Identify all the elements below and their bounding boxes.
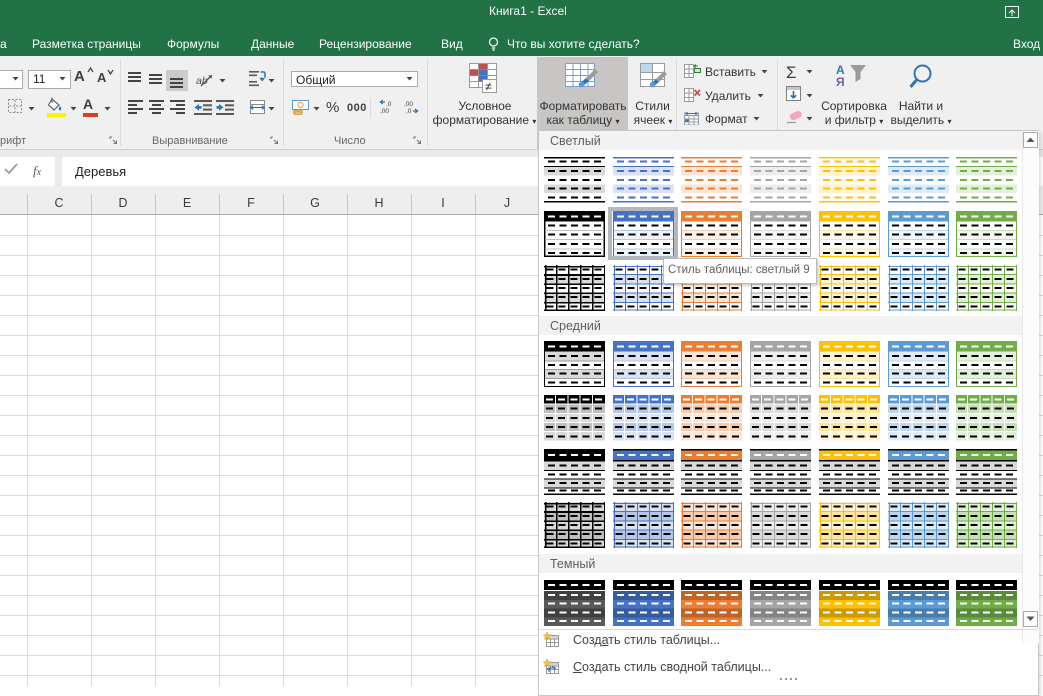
svg-text:≠: ≠: [485, 80, 492, 94]
svg-text:,00: ,00: [380, 108, 389, 115]
svg-text:,00: ,00: [404, 101, 413, 108]
svg-text:,0: ,0: [406, 108, 412, 115]
svg-text:.0: .0: [386, 101, 392, 108]
svg-text:Я: Я: [836, 75, 845, 87]
